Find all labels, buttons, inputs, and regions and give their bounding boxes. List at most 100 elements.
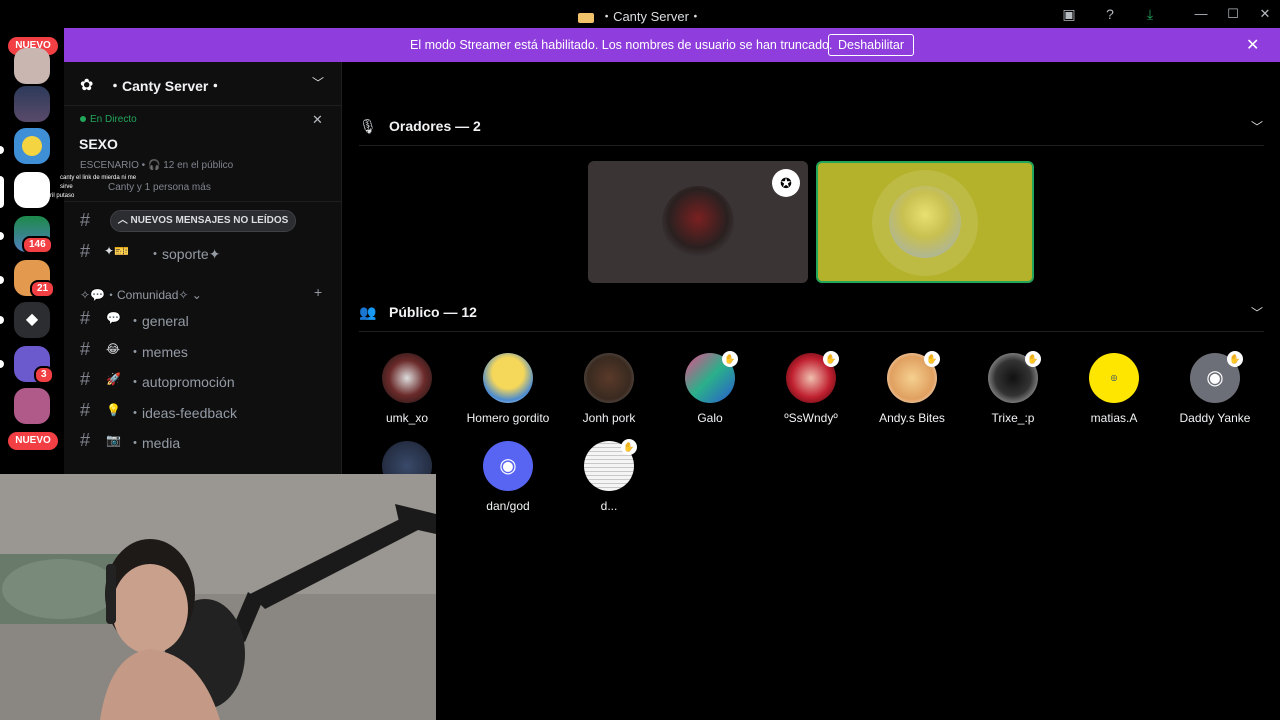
hash-icon: # — [80, 308, 91, 328]
hash-icon: # — [80, 210, 91, 230]
channel-item-media[interactable]: # 📷 ・media — [72, 427, 334, 455]
lightbulb-icon: 💡 — [106, 403, 121, 417]
hash-icon: # — [80, 369, 91, 389]
disable-streamer-mode-button[interactable]: Deshabilitar — [828, 34, 914, 56]
mercadolibre-logo-icon: ◎ — [1089, 353, 1139, 403]
member-name: umk_xo — [385, 411, 429, 425]
help-icon[interactable]: ? — [1100, 4, 1120, 24]
channel-label: ・soporte✦ — [148, 246, 221, 262]
raised-hand-icon: ✋ — [823, 351, 839, 367]
server-selected-indicator — [0, 176, 4, 208]
maximize-button[interactable]: ☐ — [1222, 4, 1244, 24]
server-indicator — [0, 360, 4, 368]
server-icon[interactable]: ◆ — [14, 302, 50, 338]
add-channel-icon[interactable]: + — [314, 284, 322, 300]
close-icon[interactable]: ✕ — [312, 112, 323, 128]
member-name: ºSsWndyº — [784, 411, 838, 425]
screen-share-icon[interactable]: ▣ — [1059, 4, 1079, 24]
avatar — [382, 353, 432, 403]
member-name: d... — [600, 499, 618, 513]
avatar — [662, 186, 734, 258]
server-indicator — [0, 276, 4, 284]
chevron-down-icon: ﹀ — [1251, 306, 1264, 320]
channel-item-general[interactable]: # 💬 ・general — [72, 305, 334, 333]
live-dot-icon — [80, 116, 86, 123]
channel-item-ideas-feedback[interactable]: # 💡 ・ideas-feedback — [72, 397, 334, 425]
banner-message: El modo Streamer está habilitado. Los no… — [410, 38, 833, 52]
category-comunidad[interactable]: ✧💬・Comunidad✧ ⌄ — [80, 286, 202, 303]
server-indicator — [0, 232, 4, 240]
laughing-icon: 😂 — [106, 342, 121, 356]
member-name: matias.A — [1090, 411, 1138, 425]
audience-member[interactable]: Jonh pork — [559, 353, 659, 433]
minimize-button[interactable]: — — [1190, 4, 1212, 24]
mention-badge: 3 — [34, 366, 54, 384]
server-indicator — [0, 146, 4, 154]
chevron-down-icon: ﹀ — [1251, 120, 1264, 134]
member-name: Andy.s Bites — [879, 411, 945, 425]
audience-member[interactable]: ✋ Trixe_:p — [963, 351, 1063, 433]
speech-bubble-icon: 💬 — [106, 311, 121, 325]
raised-hand-icon: ✋ — [621, 439, 637, 455]
raised-hand-icon: ✋ — [1227, 351, 1243, 367]
server-header[interactable]: ✿ ・Canty Server・ ﹀ — [64, 62, 342, 106]
audience-member[interactable]: ✋ Galo — [660, 351, 760, 433]
channel-label: ・general — [128, 313, 189, 329]
audience-member[interactable]: Homero gordito — [458, 353, 558, 433]
channel-item-soporte[interactable]: # ✦🎫 ・soporte✦ — [72, 238, 334, 266]
avatar — [889, 186, 961, 258]
ticket-icon: ✦🎫 — [104, 244, 129, 258]
chat-line: sakupril putaso — [34, 193, 75, 199]
server-icon[interactable] — [14, 48, 50, 84]
audience-title: Público — 12 — [389, 304, 477, 320]
raised-hand-icon: ✋ — [924, 351, 940, 367]
server-icon[interactable] — [14, 128, 50, 164]
stage-main: 🎙 Oradores — 2 ﹀ ✪ 👥 Público — 12 ﹀ umk_… — [343, 62, 1280, 720]
channel-label: ・memes — [128, 344, 188, 360]
chat-line: canty el link de mierda ni me — [60, 175, 137, 181]
speaker-tile-active[interactable] — [816, 161, 1034, 283]
hash-icon: # — [80, 241, 91, 261]
live-label: En Directo — [80, 114, 137, 125]
audience-member[interactable]: ✋ Andy.s Bites — [862, 351, 962, 433]
stage-title: SEXO — [79, 136, 118, 152]
new-unread-messages-pill[interactable]: ︿ NUEVOS MENSAJES NO LEÍDOS — [110, 210, 296, 232]
audience-member[interactable]: ✋ d... — [559, 439, 659, 521]
audience-member[interactable]: ◉ ✋ Daddy Yanke — [1165, 351, 1265, 433]
channel-item-autopromocion[interactable]: # 🚀 ・autopromoción — [72, 366, 334, 394]
speakers-header[interactable]: 🎙 Oradores — 2 ﹀ — [359, 110, 1264, 146]
server-icon[interactable] — [14, 86, 50, 122]
mention-badge: 21 — [30, 280, 56, 298]
channel-label: ・ideas-feedback — [128, 405, 237, 421]
hash-icon: # — [80, 430, 91, 450]
server-name: ・Canty Server・ — [108, 78, 223, 94]
raised-hand-icon: ✋ — [1025, 351, 1041, 367]
server-icon[interactable] — [14, 388, 50, 424]
hash-icon: # — [80, 339, 91, 359]
member-name: Trixe_:p — [991, 411, 1035, 425]
member-name: Galo — [697, 411, 723, 425]
microphone-icon: 🎙 — [359, 118, 377, 134]
channel-label: ・media — [128, 435, 181, 451]
close-window-button[interactable]: ✕ — [1254, 4, 1276, 24]
gear-icon: ✿ — [80, 77, 94, 94]
hash-icon: # — [80, 400, 91, 420]
mention-badge: 146 — [22, 236, 53, 254]
audience-member[interactable]: umk_xo — [357, 353, 457, 433]
webcam-feed — [0, 474, 436, 720]
download-icon[interactable]: ⤓ — [1140, 4, 1160, 24]
member-name: Homero gordito — [466, 411, 550, 425]
channel-item-memes[interactable]: # 😂 ・memes — [72, 336, 334, 364]
title-bar: ・Canty Server・ ▣ ? ⤓ — ☐ ✕ — [0, 0, 1280, 28]
speaker-tile[interactable]: ✪ — [588, 161, 808, 283]
avatar — [483, 353, 533, 403]
audience-member[interactable]: ◎ matias.A — [1064, 353, 1164, 433]
channel-label: ・autopromoción — [128, 374, 235, 390]
audience-member[interactable]: ✋ ºSsWndyº — [761, 351, 861, 433]
audience-member[interactable]: ◉ dan/god — [458, 441, 558, 521]
rocket-icon: 🚀 — [106, 372, 121, 386]
new-badge: NUEVO — [8, 432, 58, 450]
people-icon: 👥 — [359, 304, 377, 320]
audience-header[interactable]: 👥 Público — 12 ﹀ — [359, 296, 1264, 332]
close-icon[interactable]: ✕ — [1246, 35, 1259, 55]
